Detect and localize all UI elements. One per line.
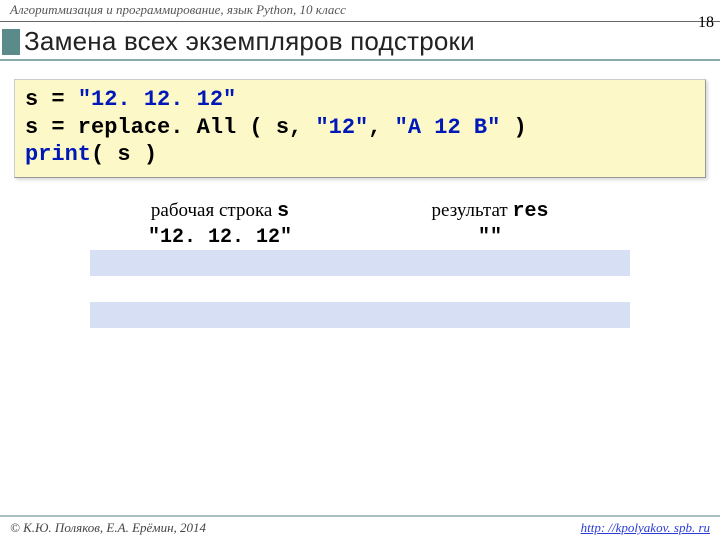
table-header-cell: рабочая строка s [90, 199, 350, 223]
code-keyword: print [25, 142, 91, 167]
code-text: ( s ) [91, 142, 157, 167]
table-cell: "12. 12. 12" [90, 225, 350, 249]
table-header-row: рабочая строка s результат res [90, 198, 630, 224]
table-cell [90, 288, 350, 289]
course-label: Алгоритмизация и программирование, язык … [10, 2, 346, 18]
code-string: "12. 12. 12" [78, 87, 236, 112]
table-row [90, 250, 630, 276]
code-line-1: s = "12. 12. 12" [25, 86, 695, 114]
table-row: "12. 12. 12" "" [90, 224, 630, 250]
code-text: s = [25, 87, 78, 112]
table-header-cell: результат res [350, 199, 630, 223]
header-text: результат [432, 200, 513, 221]
table-cell: "" [350, 225, 630, 249]
copyright: © К.Ю. Поляков, Е.А. Ерёмин, 2014 [10, 520, 206, 536]
code-line-2: s = replace. All ( s, "12", "A 12 B" ) [25, 114, 695, 142]
code-block: s = "12. 12. 12" s = replace. All ( s, "… [14, 79, 706, 178]
page-number: 18 [698, 14, 714, 32]
code-text: ) [500, 115, 526, 140]
code-text: , [368, 115, 394, 140]
table-cell [90, 262, 350, 263]
footer-bar: © К.Ю. Поляков, Е.А. Ерёмин, 2014 http: … [0, 515, 720, 536]
header-var: s [277, 200, 289, 223]
table-cell [350, 288, 630, 289]
table-cell [350, 314, 630, 315]
title-row: Замена всех экземпляров подстроки [0, 22, 720, 61]
code-string: "A 12 B" [395, 115, 501, 140]
slide-title: Замена всех экземпляров подстроки [24, 26, 475, 57]
header-var: res [512, 200, 548, 223]
header-text: рабочая строка [151, 200, 277, 221]
table-row [90, 276, 630, 302]
table-cell [90, 314, 350, 315]
title-accent [2, 29, 20, 55]
code-text: s = replace. All ( s, [25, 115, 315, 140]
code-string: "12" [315, 115, 368, 140]
header-bar: Алгоритмизация и программирование, язык … [0, 0, 720, 22]
footer-link[interactable]: http: //kpolyakov. spb. ru [581, 520, 710, 536]
table-cell [350, 262, 630, 263]
trace-table: рабочая строка s результат res "12. 12. … [90, 198, 630, 328]
code-line-3: print( s ) [25, 141, 695, 169]
table-row [90, 302, 630, 328]
